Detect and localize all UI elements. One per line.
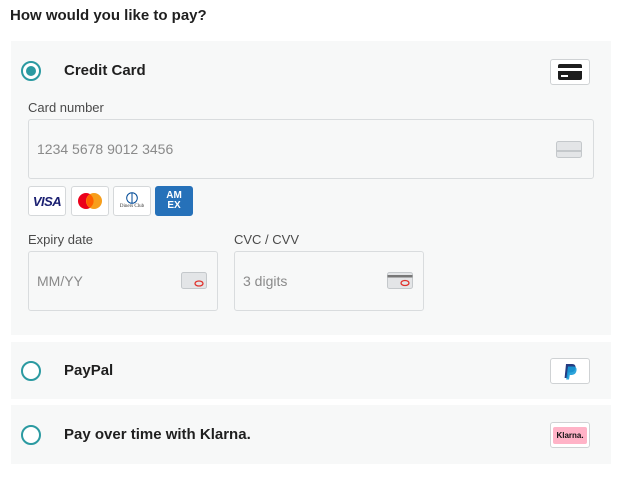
diners-club-logo: Diners Club <box>113 186 151 216</box>
mastercard-logo <box>71 186 109 216</box>
credit-card-icon <box>550 59 590 85</box>
paypal-icon <box>550 358 590 384</box>
klarna-icon: Klarna. <box>550 422 590 448</box>
paypal-radio[interactable] <box>21 361 41 381</box>
visa-logo-text: VISA <box>32 193 62 209</box>
klarna-label[interactable]: Pay over time with Klarna. <box>64 426 251 443</box>
klarna-badge-text: Klarna. <box>553 426 587 444</box>
amex-logo-text: AM EX <box>166 190 182 211</box>
cvc-label: CVC / CVV <box>234 232 300 247</box>
expiry-date-label: Expiry date <box>28 232 94 247</box>
card-number-input[interactable] <box>29 120 593 178</box>
card-number-label: Card number <box>28 100 104 115</box>
paypal-label[interactable]: PayPal <box>64 362 113 379</box>
card-placeholder-icon <box>556 141 582 163</box>
diners-club-text: Diners Club <box>119 204 145 209</box>
card-number-field[interactable] <box>28 119 594 179</box>
amex-logo: AM EX <box>155 186 193 216</box>
expiry-date-field[interactable] <box>28 251 218 311</box>
credit-card-label[interactable]: Credit Card <box>64 62 146 79</box>
card-expiry-icon <box>181 272 207 294</box>
payment-heading: How would you like to pay? <box>10 7 207 24</box>
klarna-radio[interactable] <box>21 425 41 445</box>
credit-card-radio[interactable] <box>21 61 41 81</box>
cvc-field[interactable] <box>234 251 424 311</box>
card-cvc-icon <box>387 272 413 294</box>
visa-logo: VISA <box>28 186 66 216</box>
